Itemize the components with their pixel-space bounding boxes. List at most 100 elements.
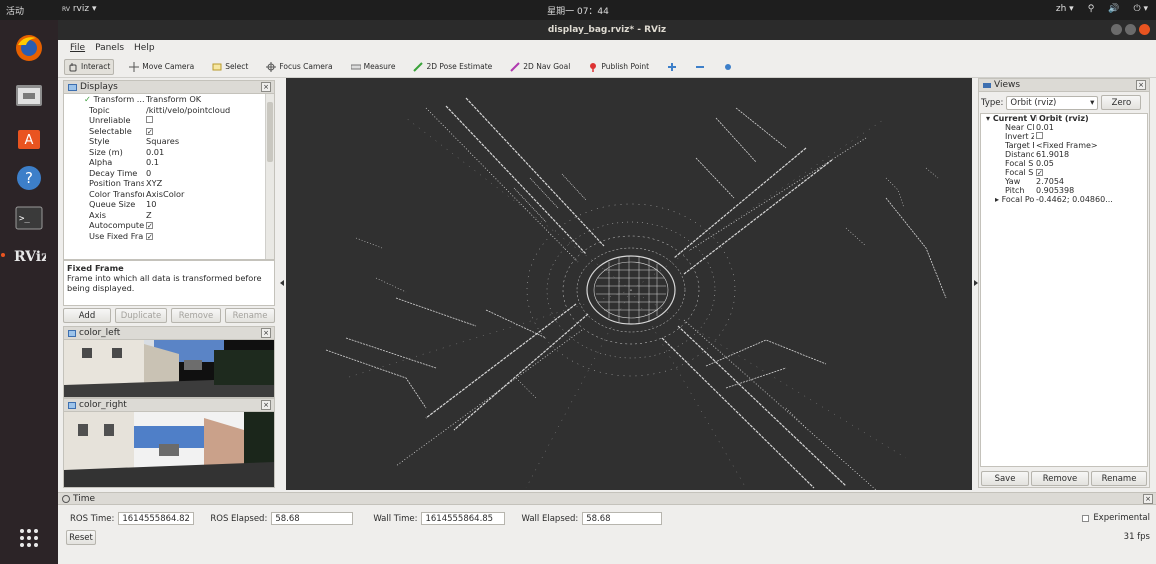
volume-icon[interactable]: 🔊 [1108, 4, 1119, 14]
property-row[interactable]: Pitch 0.905398 [981, 186, 1147, 195]
property-value[interactable]: 61.9018 [1034, 150, 1147, 159]
property-row[interactable]: Queue Size 10 [64, 199, 267, 210]
software-center-icon[interactable]: A [9, 118, 49, 158]
rviz-icon[interactable]: RViz [1, 236, 49, 276]
property-row[interactable]: Invert Z Axis [981, 132, 1147, 141]
app-menu[interactable]: RV rviz ▾ [62, 4, 96, 14]
view-type-select[interactable]: Orbit (rviz) ▾ [1006, 95, 1099, 110]
experimental-checkbox[interactable] [1082, 514, 1090, 522]
property-value[interactable]: 2.7054 [1034, 177, 1147, 186]
close-panel-icon[interactable]: × [1136, 80, 1146, 90]
move-camera-tool[interactable]: Move Camera [126, 60, 197, 74]
focal-shape-checkbox[interactable]: ✓ [1036, 169, 1043, 177]
add-display-button[interactable]: Add [63, 308, 111, 323]
property-row[interactable]: Selectable ✓ [64, 126, 267, 137]
firefox-icon[interactable] [9, 28, 49, 68]
property-row[interactable]: Autocompute Val...✓ [64, 220, 267, 231]
fixed-frame-checkbox[interactable]: ✓ [146, 232, 153, 240]
property-value[interactable]: 0.905398 [1034, 186, 1147, 195]
property-value[interactable]: XYZ [144, 178, 267, 189]
property-value[interactable]: 0.05 [1034, 159, 1147, 168]
render-3d-view[interactable] [286, 78, 972, 490]
interact-tool[interactable]: Interact [64, 58, 115, 75]
wall-time-field[interactable]: 1614555864.85 [421, 512, 506, 525]
maximize-icon[interactable] [1125, 24, 1136, 35]
save-view-button[interactable]: Save [981, 471, 1029, 486]
terminal-icon[interactable]: >_ [9, 198, 49, 238]
clock[interactable]: 星期一 07：44 [547, 7, 609, 17]
add-tool-button[interactable] [664, 60, 680, 74]
views-property-tree[interactable]: ▾ Current View Orbit (rviz) Near Clip ..… [980, 113, 1148, 467]
property-value[interactable]: AxisColor [144, 189, 267, 200]
property-value[interactable]: -0.4462; 0.04860... [1034, 195, 1147, 204]
window-titlebar[interactable]: display_bag.rviz* - RViz [58, 20, 1156, 40]
close-panel-icon[interactable]: × [261, 82, 271, 92]
nav-goal-tool[interactable]: 2D Nav Goal [507, 60, 573, 74]
remove-display-button[interactable]: Remove [171, 308, 221, 323]
menu-panels[interactable]: Panels [95, 43, 124, 53]
displays-scrollbar[interactable] [265, 94, 274, 259]
property-row[interactable]: Alpha 0.1 [64, 157, 267, 168]
property-row[interactable]: Axis Z [64, 210, 267, 221]
property-row[interactable]: Size (m) 0.01 [64, 147, 267, 158]
experimental-toggle[interactable]: Experimental [1082, 513, 1150, 523]
rename-view-button[interactable]: Rename [1091, 471, 1147, 486]
select-tool[interactable]: Select [209, 60, 251, 74]
property-row[interactable]: Style Squares [64, 136, 267, 147]
property-row[interactable]: Topic/kitti/velo/pointcloud [64, 105, 267, 116]
property-row[interactable]: Distance61.9018 [981, 150, 1147, 159]
displays-property-tree[interactable]: ✓ Transform ... Transform OK Topic/kitti… [64, 94, 267, 241]
property-row[interactable]: Decay Time 0 [64, 168, 267, 179]
power-icon[interactable]: ⏻ ▾ [1134, 4, 1149, 14]
property-value[interactable]: 0.1 [144, 157, 267, 168]
scrollbar-thumb[interactable] [267, 102, 273, 162]
menu-file[interactable]: File [70, 43, 85, 53]
show-applications-icon[interactable] [9, 518, 49, 558]
current-view-row[interactable]: ▾ Current View Orbit (rviz) [981, 114, 1147, 123]
property-value[interactable]: 10 [144, 199, 267, 210]
autocompute-checkbox[interactable]: ✓ [146, 222, 153, 230]
remove-tool-button[interactable] [692, 60, 708, 74]
reset-button[interactable]: Reset [66, 530, 96, 545]
property-row[interactable]: Unreliable [64, 115, 267, 126]
point-cloud-scan[interactable] [286, 78, 972, 490]
accessibility-icon[interactable]: ⚲ [1088, 4, 1095, 14]
unreliable-checkbox[interactable] [146, 116, 153, 123]
collapse-left-icon[interactable] [280, 280, 284, 286]
property-value[interactable]: Squares [144, 136, 267, 147]
property-row[interactable]: Target Fra...<Fixed Frame> [981, 141, 1147, 150]
duplicate-display-button[interactable]: Duplicate [115, 308, 167, 323]
menu-help[interactable]: Help [134, 43, 155, 53]
property-row[interactable]: Color TransformerAxisColor [64, 189, 267, 200]
close-icon[interactable] [1139, 24, 1150, 35]
publish-point-tool[interactable]: Publish Point [585, 60, 652, 74]
property-row[interactable]: Use Fixed Frame✓ [64, 231, 267, 242]
activities-button[interactable]: 活动 [6, 4, 24, 17]
files-icon[interactable] [9, 75, 49, 115]
close-panel-icon[interactable]: × [261, 328, 271, 338]
ros-time-field[interactable]: 1614555864.82 [118, 512, 195, 525]
close-panel-icon[interactable]: × [261, 400, 271, 410]
ros-elapsed-field[interactable]: 58.68 [271, 512, 354, 525]
wall-elapsed-field[interactable]: 58.68 [582, 512, 663, 525]
property-value[interactable]: 0 [144, 168, 267, 179]
property-value[interactable]: /kitti/velo/pointcloud [144, 105, 267, 116]
input-method-menu[interactable]: zh ▾ [1056, 4, 1074, 14]
measure-tool[interactable]: Measure [348, 60, 399, 74]
property-row[interactable]: ✓ Transform ... Transform OK [64, 94, 267, 105]
property-value[interactable]: 0.01 [1034, 123, 1147, 132]
invert-z-checkbox[interactable] [1036, 132, 1043, 139]
expand-icon[interactable]: ▾ [986, 114, 993, 123]
property-row[interactable]: Position Transfor...XYZ [64, 178, 267, 189]
property-value[interactable]: 0.01 [144, 147, 267, 158]
close-panel-icon[interactable]: × [1143, 494, 1153, 504]
focus-camera-tool[interactable]: Focus Camera [263, 60, 335, 74]
help-icon[interactable]: ? [9, 158, 49, 198]
tool-properties-button[interactable] [720, 60, 736, 74]
property-row[interactable]: Near Clip ...0.01 [981, 123, 1147, 132]
remove-view-button[interactable]: Remove [1031, 471, 1089, 486]
property-value[interactable]: <Fixed Frame> [1034, 141, 1147, 150]
property-row[interactable]: Yaw 2.7054 [981, 177, 1147, 186]
property-row[interactable]: Focal Shap...✓ [981, 168, 1147, 177]
zero-button[interactable]: Zero [1101, 95, 1142, 110]
